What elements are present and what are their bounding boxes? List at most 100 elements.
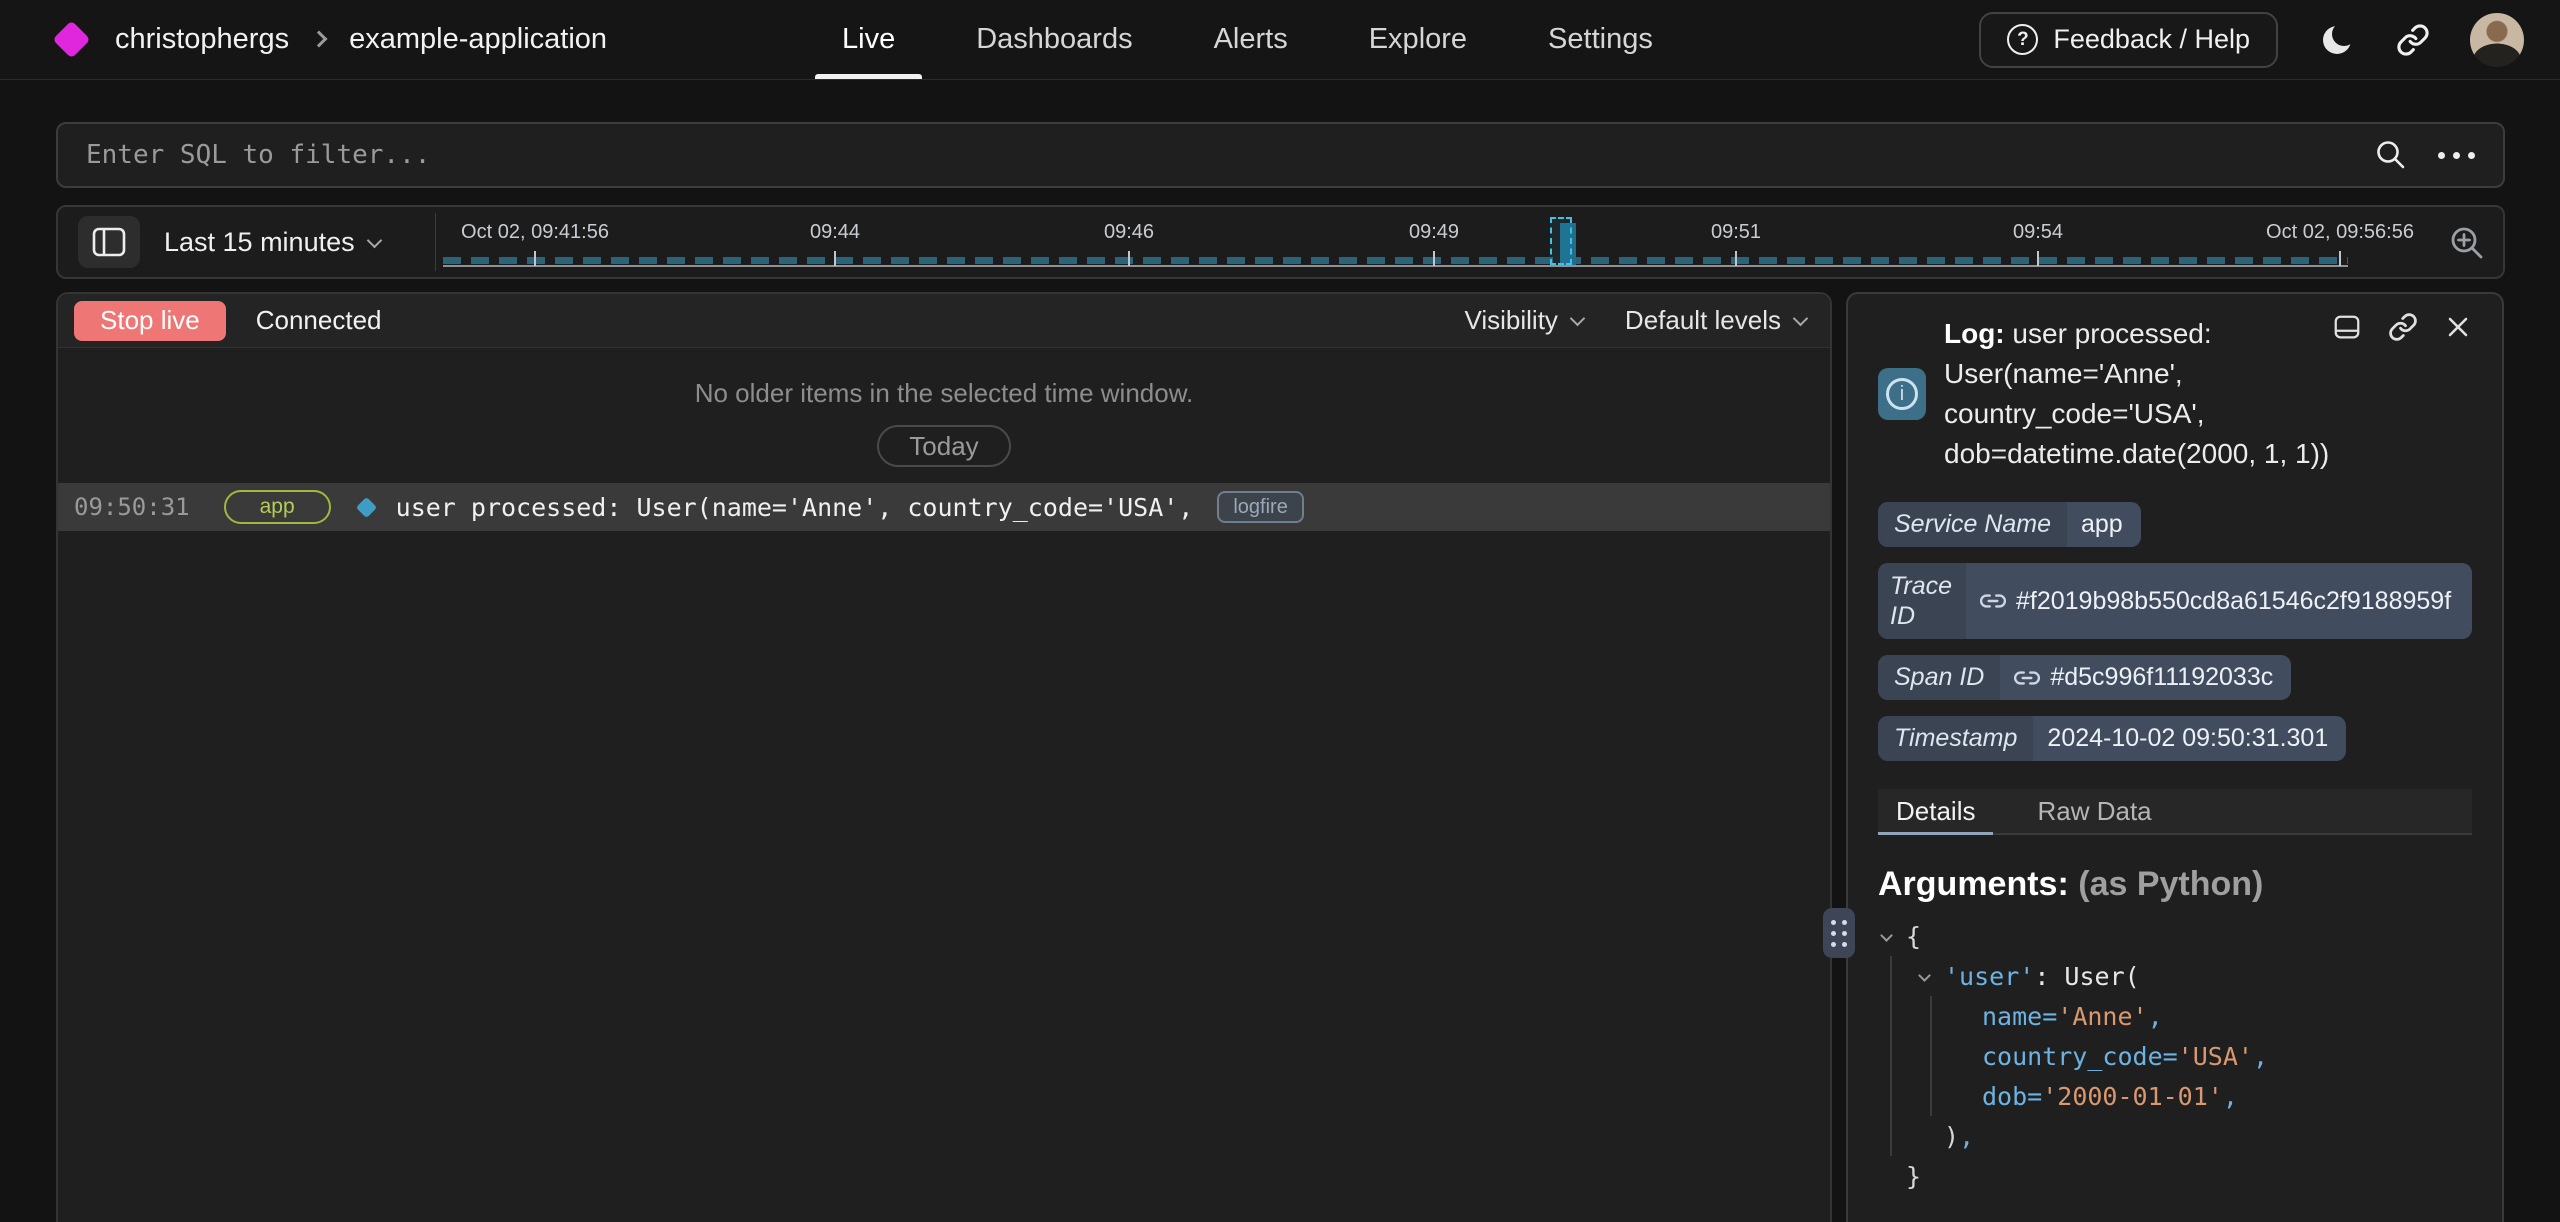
close-icon[interactable] [2444,313,2472,341]
search-icon[interactable] [2374,138,2408,172]
field-value: 2024-10-02 09:50:31.301 [2033,716,2346,761]
live-controls-row: Stop live Connected Visibility Default l… [58,294,1830,348]
collapse-chevron-icon[interactable] [1880,929,1893,942]
arguments-mode: (as Python) [2069,865,2264,903]
field-service-name[interactable]: Service Nameapp [1878,502,2141,547]
code-token: 'Anne' [2057,1002,2147,1031]
timeline-tick-label: Oct 02, 09:41:56 [461,221,609,244]
today-button[interactable]: Today [877,425,1010,467]
timeline-dashed-baseline [443,257,2348,264]
logfire-logo-icon[interactable] [52,20,90,58]
field-label: Trace ID [1878,563,1966,639]
timeline-tick-label: 09:54 [2013,221,2063,244]
timeline-tick-mark [834,251,836,266]
nav-tabs: Live Dashboards Alerts Explore Settings [842,0,1653,79]
timeline-tick-mark [1735,251,1737,266]
detail-actions [2332,312,2472,342]
log-level-diamond-icon [356,496,377,517]
detail-header: i Log: user processed: User(name='Anne',… [1878,314,2472,474]
dp-code: {'user': User(name='Anne',country_code='… [1878,916,2472,1196]
log-detail-panel: i Log: user processed: User(name='Anne',… [1846,292,2504,1222]
code-token: , [2148,1002,2163,1031]
dp-fields: Service Nameapp Trace ID#f2019b98b550cd8a… [1878,502,2472,761]
service-badge: app [224,490,331,524]
detail-title: Log: user processed: User(name='Anne', c… [1944,314,2334,474]
detail-kind-label: Log: [1944,318,2005,349]
field-value: #f2019b98b550cd8a61546c2f9188959f [1966,563,2469,639]
user-avatar[interactable] [2470,13,2524,67]
more-options-icon[interactable] [2438,152,2475,159]
timeline-axis-line [443,265,2348,267]
panel-resize-handle[interactable] [1823,908,1855,958]
code-line: { [1878,916,2472,956]
field-label: Span ID [1878,655,2000,700]
code-line: } [1878,1156,2472,1196]
field-span-id[interactable]: Span ID#d5c996f11192033c [1878,655,2291,700]
code-line: dob='2000-01-01', [1878,1076,2472,1116]
sql-filter-input[interactable] [86,140,2354,170]
timeline-bar: Last 15 minutes Oct 02, 09:41:5609:4409:… [56,205,2505,279]
code-token: { [1906,922,1921,951]
field-label: Timestamp [1878,716,2033,761]
tab-live[interactable]: Live [842,0,895,79]
no-older-items-message: No older items in the selected time wind… [58,378,1830,409]
field-timestamp[interactable]: Timestamp2024-10-02 09:50:31.301 [1878,716,2346,761]
tab-alerts[interactable]: Alerts [1214,0,1288,79]
code-token: 'user' [1944,962,2034,991]
field-trace-id[interactable]: Trace ID#f2019b98b550cd8a61546c2f9188959… [1878,563,2472,639]
code-line: name='Anne', [1878,996,2472,1036]
collapse-chevron-icon[interactable] [1918,969,1931,982]
link-icon [1980,588,2006,614]
timeline-tick-mark [2037,251,2039,266]
app-root: christophergs example-application Live Da… [0,0,2560,1222]
stop-live-button[interactable]: Stop live [74,301,226,341]
code-token: } [1906,1162,1921,1191]
live-view-panel: Stop live Connected Visibility Default l… [56,292,1832,1222]
code-line: ), [1878,1116,2472,1156]
code-token: dob= [1982,1082,2042,1111]
timeline-tick-mark [1128,251,1130,266]
timeline-selection[interactable] [1550,217,1572,265]
code-token: '2000-01-01' [2042,1082,2223,1111]
dock-panel-icon[interactable] [2332,312,2362,342]
visibility-label: Visibility [1464,305,1557,336]
timeline-plot[interactable]: Oct 02, 09:41:5609:4409:4609:4909:5109:5… [58,207,2503,277]
timeline-tick-mark [534,251,536,266]
arguments-heading: Arguments: (as Python) [1878,865,2472,904]
connection-status: Connected [256,305,382,336]
log-message: user processed: User(name='Anne', countr… [396,493,1194,522]
copy-link-icon[interactable] [2388,312,2418,342]
detail-tab-raw-data[interactable]: Raw Data [2019,789,2169,833]
log-row[interactable]: 09:50:31 app user processed: User(name='… [58,483,1830,531]
timeline-tick-label: 09:51 [1711,221,1761,244]
dark-mode-moon-icon[interactable] [2318,21,2356,59]
breadcrumb-project[interactable]: example-application [349,23,607,56]
drag-grip-icon [1831,920,1847,947]
zoom-in-icon[interactable] [2447,223,2487,263]
chevron-down-icon [1570,311,1586,327]
field-value: #d5c996f11192033c [2000,655,2291,700]
field-label: Service Name [1878,502,2067,547]
timeline-tick-label: 09:46 [1104,221,1154,244]
breadcrumb-org[interactable]: christophergs [115,23,289,56]
scope-badge: logfire [1217,491,1303,523]
question-icon: ? [2007,24,2038,55]
share-link-icon[interactable] [2396,23,2430,57]
timeline-tick-label: 09:49 [1409,221,1459,244]
tab-settings[interactable]: Settings [1548,0,1653,79]
code-token: , [1959,1122,1974,1151]
feedback-help-button[interactable]: ? Feedback / Help [1979,12,2278,68]
chevron-right-icon [311,30,328,47]
tab-dashboards[interactable]: Dashboards [976,0,1132,79]
code-token: : User( [2034,962,2139,991]
code-token: ) [1944,1122,1959,1151]
nav-right: ? Feedback / Help [1979,12,2560,68]
code-token: 'USA' [2178,1042,2253,1071]
default-levels-dropdown[interactable]: Default levels [1625,305,1806,336]
code-token: , [2253,1042,2268,1071]
tab-explore[interactable]: Explore [1369,0,1467,79]
timeline-tick-mark [2339,251,2341,266]
visibility-dropdown[interactable]: Visibility [1464,305,1582,336]
link-icon [2014,665,2040,691]
detail-tab-details[interactable]: Details [1878,789,1993,833]
